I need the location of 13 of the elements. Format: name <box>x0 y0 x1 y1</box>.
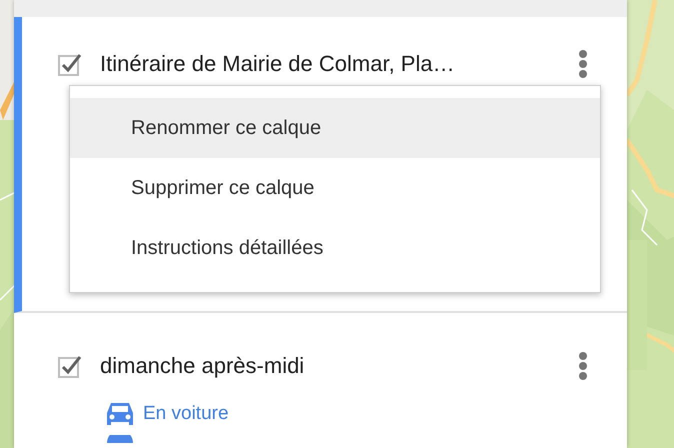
checkbox[interactable] <box>58 51 82 77</box>
travel-mode-link[interactable]: En voiture <box>143 403 229 425</box>
more-options-icon[interactable] <box>578 50 588 78</box>
layer-title[interactable]: dimanche après-midi <box>100 353 550 379</box>
menu-item[interactable]: Instructions détaillées <box>70 218 600 278</box>
layer-title[interactable]: Itinéraire de Mairie de Colmar, Pla… <box>100 51 550 77</box>
menu-item[interactable]: Renommer ce calque <box>70 98 600 158</box>
car-icon <box>105 401 135 427</box>
more-options-icon[interactable] <box>578 352 588 380</box>
layer-card[interactable]: Itinéraire de Mairie de Colmar, Pla… Renommer ce calque Supprimer ce calque Instructions détaillées <box>14 17 627 313</box>
layer-card[interactable]: dimanche après-midi En voiture <box>14 313 627 443</box>
menu-item[interactable]: Supprimer ce calque <box>70 158 600 218</box>
checkbox[interactable] <box>58 353 82 379</box>
